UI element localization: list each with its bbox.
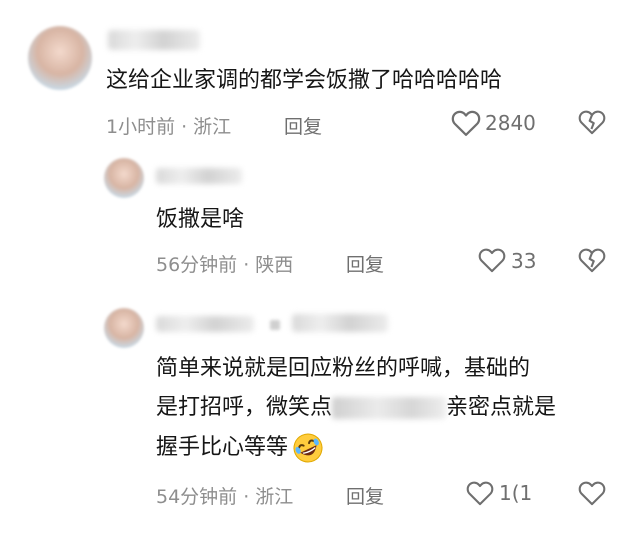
comment-time: 54分钟前 <box>156 486 238 508</box>
comment-text-line-2: 是打招呼，微笑点 亲密点就是 <box>156 391 556 425</box>
like-icon[interactable] <box>478 247 506 273</box>
reply-target-blurred[interactable] <box>292 314 388 332</box>
dislike-icon[interactable] <box>578 480 606 506</box>
comment-text-line-3: 握手比心等等 <box>156 431 324 465</box>
comment-text: 这给企业家调的都学会饭撒了哈哈哈哈哈 <box>106 68 503 93</box>
comment-text-line-2-end: 亲密点就是 <box>446 395 557 420</box>
avatar[interactable] <box>104 158 144 198</box>
redacted-text <box>332 397 447 419</box>
like-count: 1(1 <box>499 481 533 505</box>
laughing-emoji-icon <box>293 433 323 463</box>
dislike-icon[interactable] <box>578 247 606 273</box>
meta-separator: · <box>243 254 250 276</box>
avatar[interactable] <box>28 26 92 90</box>
like-icon[interactable] <box>466 480 494 506</box>
comment-meta: 54分钟前 · 浙江 <box>156 482 293 509</box>
reply-button[interactable]: 回复 <box>346 482 384 509</box>
comment-location: 浙江 <box>193 116 232 138</box>
comment-meta: 1小时前 · 浙江 <box>106 112 231 139</box>
reply-button[interactable]: 回复 <box>284 112 322 139</box>
username-blurred[interactable] <box>156 316 254 332</box>
like-icon[interactable] <box>451 109 481 137</box>
like-count: 2840 <box>485 111 536 135</box>
meta-separator: · <box>243 486 250 508</box>
comment-time: 56分钟前 <box>156 254 238 276</box>
meta-separator: · <box>181 116 188 138</box>
dislike-icon[interactable] <box>578 109 606 135</box>
username-separator-dot <box>270 320 280 330</box>
comment-location: 浙江 <box>255 486 294 508</box>
comment-text: 饭撒是啥 <box>156 207 245 232</box>
comment-meta: 56分钟前 · 陕西 <box>156 250 293 277</box>
comment-time: 1小时前 <box>106 116 176 138</box>
username-blurred[interactable] <box>108 30 200 50</box>
comment-location: 陕西 <box>255 254 294 276</box>
comment-text-line-3-content: 握手比心等等 <box>156 435 289 460</box>
comment-text-line-1: 简单来说就是回应粉丝的呼喊，基础的 <box>156 356 531 381</box>
avatar[interactable] <box>104 308 144 348</box>
username-blurred[interactable] <box>156 168 242 184</box>
comment-text-line-2-start: 是打招呼，微笑点 <box>156 395 333 420</box>
like-count: 33 <box>511 249 537 273</box>
reply-button[interactable]: 回复 <box>346 250 384 277</box>
